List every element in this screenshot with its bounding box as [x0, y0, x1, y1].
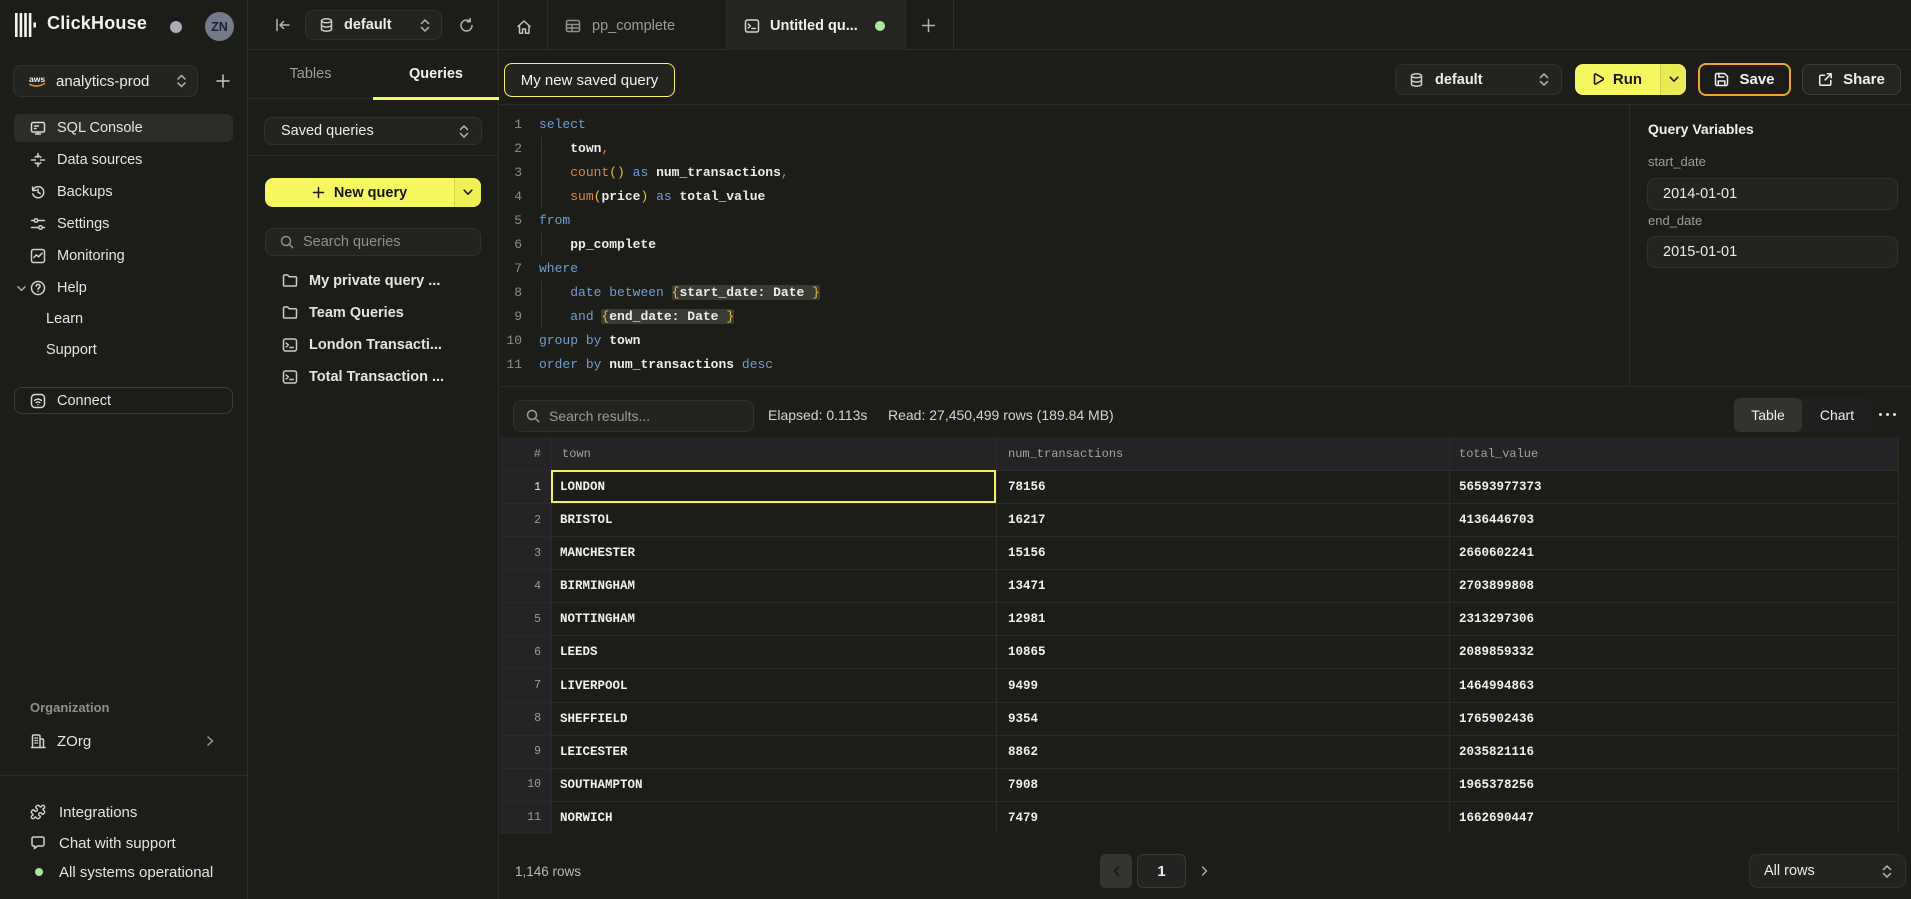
svg-text:aws: aws — [29, 75, 45, 84]
